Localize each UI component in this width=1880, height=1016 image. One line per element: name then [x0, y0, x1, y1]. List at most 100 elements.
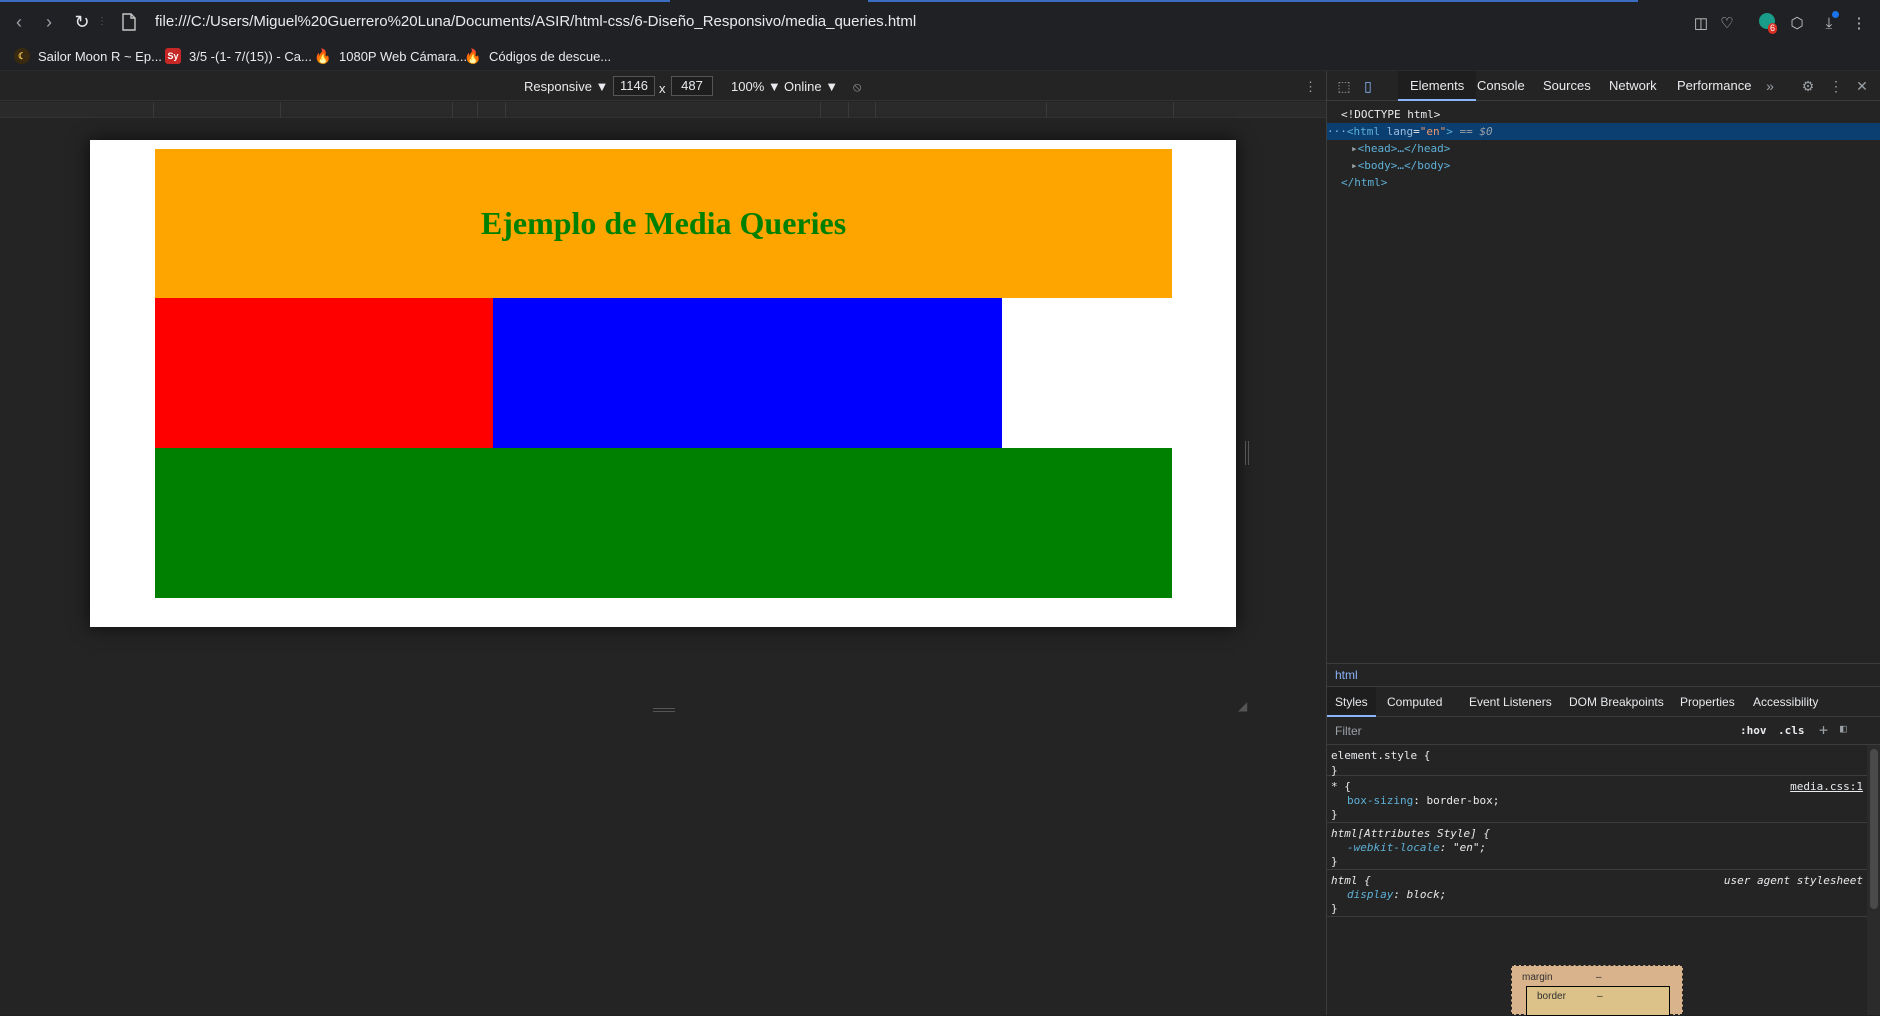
address-bar[interactable]: file:///C:/Users/Miguel%20Guerrero%20Lun…	[155, 13, 916, 30]
rotate-icon[interactable]: ⦸	[853, 79, 861, 95]
flame-icon: 🔥	[464, 47, 482, 64]
tab-network[interactable]: Network	[1597, 71, 1669, 101]
html-tag: <html	[1346, 125, 1380, 138]
dom-doctype[interactable]: <!DOCTYPE html>	[1341, 106, 1440, 123]
width-input[interactable]: 1146	[613, 76, 655, 96]
box-model-border: border –	[1526, 986, 1670, 1016]
tab-console[interactable]: Console	[1465, 71, 1537, 101]
tab-styles[interactable]: Styles	[1327, 687, 1376, 717]
rule-selector: element.style {	[1331, 749, 1431, 762]
tab-properties[interactable]: Properties	[1672, 687, 1743, 717]
emulated-page: Ejemplo de Media Queries	[90, 140, 1236, 627]
expand-arrow-icon[interactable]: ▸	[1351, 159, 1358, 172]
screenshot-icon[interactable]: ◫	[1690, 13, 1712, 35]
devtools-panel: ⬚ ▯ Elements Console Sources Network Per…	[1326, 71, 1880, 1016]
add-rule-icon[interactable]: +	[1819, 721, 1828, 739]
dom-body[interactable]: ▸<body>…</body>	[1351, 157, 1450, 174]
box-model-border-value[interactable]: –	[1597, 991, 1603, 1002]
dimension-separator: x	[659, 81, 666, 96]
box-model-margin-value[interactable]: –	[1596, 972, 1602, 983]
toggle-sidebar-icon[interactable]: ◧	[1840, 722, 1847, 735]
heart-icon[interactable]: ♡	[1716, 13, 1738, 35]
head-tag: <head>…</head>	[1357, 142, 1451, 155]
forward-icon[interactable]: ›	[38, 11, 60, 33]
bookmark-4[interactable]: 🔥 Códigos de descue...	[464, 47, 611, 65]
inspect-element-icon[interactable]: ⬚	[1335, 77, 1353, 95]
settings-gear-icon[interactable]: ⚙	[1799, 77, 1817, 95]
breadcrumb[interactable]: html	[1327, 663, 1880, 687]
styles-scrollbar[interactable]	[1867, 745, 1880, 1015]
resize-handle-corner[interactable]: ◢	[1238, 699, 1250, 713]
extension-icon[interactable]: 6	[1756, 13, 1778, 35]
browser-toolbar: ‹ › ↻ ⋮ file:///C:/Users/Miguel%20Guerre…	[0, 3, 1880, 41]
menu-icon[interactable]: ⋮	[1848, 13, 1870, 35]
scrollbar-thumb[interactable]	[1870, 749, 1878, 909]
lang-attr-value: "en"	[1419, 125, 1447, 138]
media-query-bar[interactable]	[0, 102, 1326, 118]
bookmark-2[interactable]: Sy 3/5 -(1- 7/(15)) - Ca...	[165, 47, 312, 65]
hov-toggle[interactable]: :hov	[1740, 724, 1767, 737]
tab-accessibility[interactable]: Accessibility	[1745, 687, 1826, 717]
blue-box	[493, 298, 1002, 448]
ruler-tick	[505, 102, 506, 118]
bookmark-label: 1080P Web Cámara...	[339, 48, 468, 64]
devtools-menu-icon[interactable]: ⋮	[1827, 77, 1845, 95]
ruler-tick	[477, 102, 478, 118]
rule-user-agent-html[interactable]: html { user agent stylesheet display: bl…	[1327, 871, 1867, 917]
rule-universal[interactable]: * { media.css:1 box-sizing: border-box; …	[1327, 777, 1867, 823]
cls-toggle[interactable]: .cls	[1778, 724, 1805, 737]
bookmark-1[interactable]: ☾ Sailor Moon R ~ Ep...	[14, 47, 162, 65]
rule-close: }	[1331, 808, 1338, 821]
rule-attributes-style[interactable]: html[Attributes Style] { -webkit-locale:…	[1327, 824, 1867, 870]
resize-handle-right[interactable]	[1245, 441, 1249, 465]
styles-filter[interactable]: Filter :hov .cls + ◧	[1327, 717, 1880, 745]
download-icon[interactable]: ⤓	[1818, 11, 1840, 35]
device-mode-select[interactable]: Responsive ▼	[524, 79, 608, 94]
tab-event-listeners[interactable]: Event Listeners	[1461, 687, 1560, 717]
ruler-tick	[820, 102, 821, 118]
page-header: Ejemplo de Media Queries	[155, 149, 1172, 298]
css-property[interactable]: box-sizing	[1347, 794, 1413, 807]
dom-line-prefix: ···	[1327, 125, 1347, 138]
ruler-tick	[280, 102, 281, 118]
separator-dot: ⋮	[97, 16, 107, 27]
rule-source: user agent stylesheet	[1723, 874, 1863, 887]
filter-input[interactable]: Filter	[1335, 724, 1362, 738]
css-value[interactable]: border-box;	[1426, 794, 1499, 807]
ruler-tick	[1173, 102, 1174, 118]
tab-sources[interactable]: Sources	[1531, 71, 1603, 101]
css-value: block;	[1406, 888, 1447, 901]
device-toolbar: Responsive ▼ 1146 x 487 100% ▼ Online ▼ …	[0, 71, 1326, 101]
crescent-icon: ☾	[14, 48, 30, 64]
device-toggle-icon[interactable]: ▯	[1359, 77, 1377, 95]
bookmarks-bar: ☾ Sailor Moon R ~ Ep... Sy 3/5 -(1- 7/(1…	[0, 41, 1880, 71]
resize-handle-bottom[interactable]	[653, 708, 675, 712]
tab-performance[interactable]: Performance	[1665, 71, 1763, 101]
height-input[interactable]: 487	[671, 76, 713, 96]
expand-arrow-icon[interactable]: ▸	[1351, 142, 1358, 155]
bookmark-label: 3/5 -(1- 7/(15)) - Ca...	[189, 48, 312, 64]
cube-icon[interactable]: ⬡	[1786, 13, 1808, 35]
rule-element-style[interactable]: element.style { }	[1327, 746, 1867, 777]
more-tabs-icon[interactable]: »	[1761, 77, 1779, 95]
tab-dom-breakpoints[interactable]: DOM Breakpoints	[1561, 687, 1672, 717]
dom-html-close[interactable]: </html>	[1341, 174, 1387, 191]
selected-marker: == $0	[1452, 125, 1493, 138]
bookmark-3[interactable]: 🔥 1080P Web Cámara...	[314, 47, 468, 65]
device-more-icon[interactable]: ⋮	[1304, 79, 1317, 95]
close-devtools-icon[interactable]: ✕	[1853, 77, 1871, 95]
dom-html-selected[interactable]: ···<html lang="en"> == $0	[1327, 123, 1880, 140]
reload-icon[interactable]: ↻	[71, 11, 93, 33]
dom-tree: <!DOCTYPE html> ···<html lang="en"> == $…	[1327, 102, 1880, 662]
tab-computed[interactable]: Computed	[1379, 687, 1450, 717]
back-icon[interactable]: ‹	[8, 11, 30, 33]
ruler-tick	[452, 102, 453, 118]
rule-source-link[interactable]: media.css:1	[1790, 779, 1863, 795]
network-throttle-select[interactable]: Online ▼	[784, 79, 838, 94]
body-tag: <body>…</body>	[1357, 159, 1451, 172]
zoom-select[interactable]: 100% ▼	[731, 79, 781, 94]
ruler-tick	[875, 102, 876, 118]
extension-badge: 6	[1768, 23, 1778, 34]
html-tag-close: >	[1446, 125, 1453, 138]
dom-head[interactable]: ▸<head>…</head>	[1351, 140, 1450, 157]
